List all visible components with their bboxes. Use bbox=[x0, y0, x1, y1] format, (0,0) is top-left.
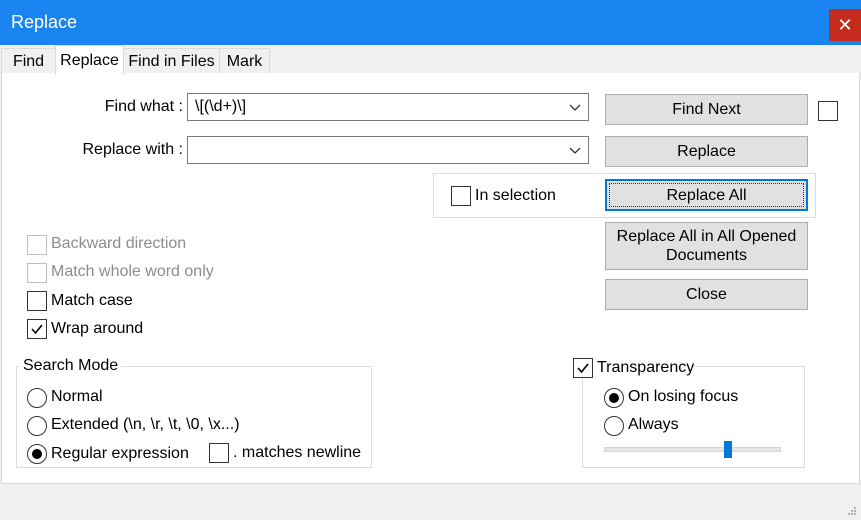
matches-newline-label: . matches newline bbox=[233, 444, 362, 461]
search-mode-title: Search Mode bbox=[20, 357, 122, 375]
tab-find-label: Find bbox=[12, 53, 45, 70]
radio-selected-dot bbox=[609, 393, 619, 403]
window-title: Replace bbox=[11, 12, 78, 32]
transparency-slider-track[interactable] bbox=[604, 447, 781, 452]
normal-label: Normal bbox=[51, 388, 103, 405]
always-label: Always bbox=[628, 416, 679, 433]
extended-label: Extended (\n, \r, \t, \0, \x...) bbox=[51, 416, 240, 433]
replace-all-opened-label-2: Documents bbox=[666, 247, 747, 264]
close-button[interactable]: Close bbox=[605, 279, 808, 310]
in-selection-checkbox[interactable] bbox=[451, 186, 471, 206]
find-next-button[interactable]: Find Next bbox=[605, 94, 808, 125]
matches-newline-checkbox[interactable] bbox=[209, 443, 229, 463]
tab-find-in-files[interactable]: Find in Files bbox=[123, 48, 220, 74]
replace-button[interactable]: Replace bbox=[605, 136, 808, 167]
find-what-label: Find what : bbox=[104, 98, 183, 115]
replace-label: Replace bbox=[677, 143, 736, 160]
always-radio[interactable] bbox=[604, 416, 624, 436]
match-case-label: Match case bbox=[51, 292, 133, 309]
transparency-label: Transparency bbox=[597, 359, 695, 376]
find-next-label: Find Next bbox=[672, 101, 741, 118]
regular-expression-radio[interactable] bbox=[27, 444, 47, 464]
tab-find[interactable]: Find bbox=[1, 48, 56, 74]
window-extra-checkbox[interactable] bbox=[818, 101, 838, 121]
match-whole-word-checkbox[interactable] bbox=[27, 263, 47, 283]
on-losing-focus-label: On losing focus bbox=[628, 388, 739, 405]
tab-replace[interactable]: Replace bbox=[55, 45, 124, 75]
close-icon: ✕ bbox=[837, 14, 853, 35]
extended-radio[interactable] bbox=[27, 416, 47, 436]
replace-all-opened-button[interactable]: Replace All in All Opened Documents bbox=[605, 222, 808, 270]
find-what-combobox[interactable]: \[(\d+)\] bbox=[187, 93, 589, 121]
radio-selected-dot bbox=[32, 449, 42, 459]
backward-direction-label: Backward direction bbox=[51, 235, 187, 252]
tab-mark-label: Mark bbox=[226, 53, 263, 70]
checkmark-icon bbox=[577, 363, 589, 374]
replace-all-button[interactable]: Replace All bbox=[605, 179, 808, 211]
transparency-slider-thumb[interactable] bbox=[723, 441, 732, 458]
find-what-input[interactable]: \[(\d+)\] bbox=[195, 98, 246, 116]
chevron-down-icon[interactable] bbox=[568, 98, 582, 116]
on-losing-focus-radio[interactable] bbox=[604, 388, 624, 408]
match-whole-word-label: Match whole word only bbox=[51, 263, 214, 280]
backward-direction-checkbox[interactable] bbox=[27, 235, 47, 255]
checkmark-icon bbox=[31, 324, 43, 335]
transparency-checkbox[interactable] bbox=[573, 358, 593, 378]
replace-with-label: Replace with : bbox=[82, 141, 184, 158]
resize-grip-icon[interactable] bbox=[847, 506, 857, 516]
tab-mark[interactable]: Mark bbox=[219, 48, 270, 74]
normal-radio[interactable] bbox=[27, 388, 47, 408]
title-bar: Replace bbox=[0, 0, 861, 45]
close-window-button[interactable]: ✕ bbox=[829, 9, 861, 41]
close-label: Close bbox=[686, 286, 727, 303]
regular-expression-label: Regular expression bbox=[51, 445, 189, 462]
match-case-checkbox[interactable] bbox=[27, 291, 47, 311]
wrap-around-label: Wrap around bbox=[51, 320, 144, 337]
replace-all-label: Replace All bbox=[666, 186, 747, 204]
wrap-around-checkbox[interactable] bbox=[27, 319, 47, 339]
tab-find-in-files-label: Find in Files bbox=[128, 53, 215, 70]
chevron-down-icon[interactable] bbox=[568, 141, 582, 159]
replace-with-combobox[interactable] bbox=[187, 136, 589, 164]
replace-all-opened-label-1: Replace All in All Opened bbox=[616, 228, 797, 245]
tab-replace-label: Replace bbox=[60, 52, 119, 69]
in-selection-label: In selection bbox=[475, 187, 556, 204]
